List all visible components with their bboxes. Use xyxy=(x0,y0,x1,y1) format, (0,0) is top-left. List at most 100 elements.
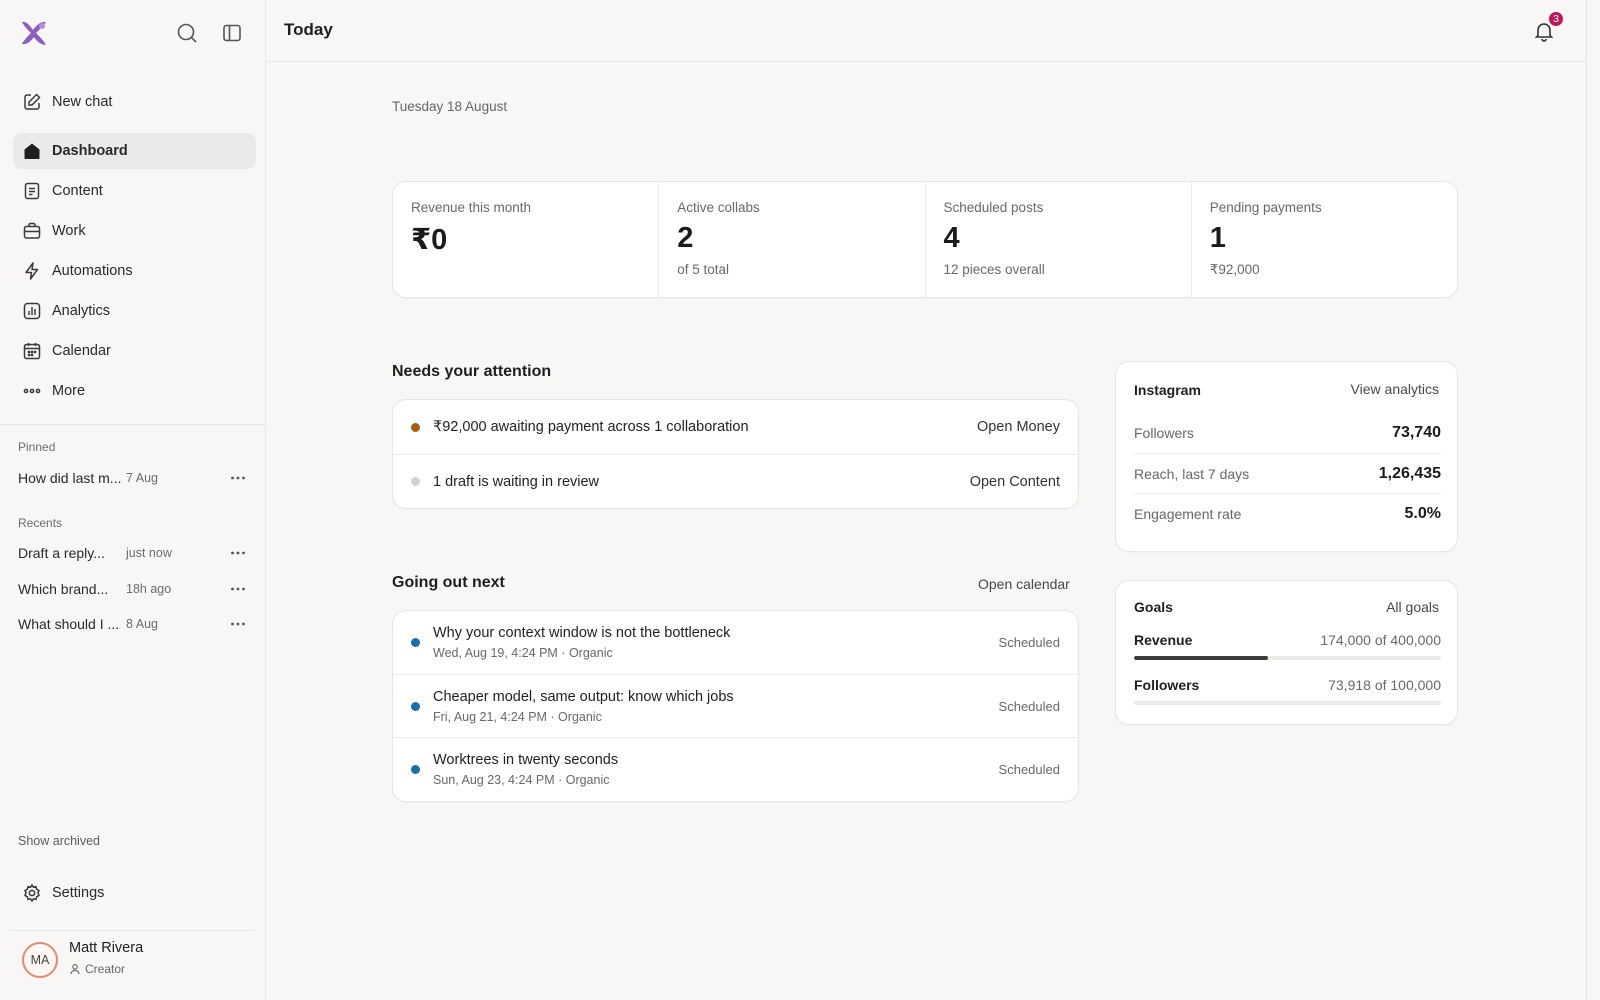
post-title: Worktrees in twenty seconds xyxy=(433,751,619,768)
recents-heading: Recents xyxy=(18,516,63,530)
status-dot xyxy=(411,764,420,774)
post-status: Scheduled xyxy=(998,635,1060,650)
chat-title: How did last m... xyxy=(18,470,122,486)
stat-value: 2 xyxy=(677,222,694,254)
settings-button[interactable]: Settings xyxy=(13,875,256,911)
sidebar-item-automations[interactable]: Automations xyxy=(13,253,256,289)
sidebar-item-analytics[interactable]: Analytics xyxy=(13,293,256,329)
more-icon xyxy=(22,381,42,401)
attention-list: ₹92,000 awaiting payment across 1 collab… xyxy=(392,399,1079,509)
sidebar-item-label: Content xyxy=(52,183,103,199)
goals-title: Goals xyxy=(1134,599,1173,615)
post-title: Why your context window is not the bottl… xyxy=(433,625,731,641)
open-calendar-link[interactable]: Open calendar xyxy=(978,576,1070,592)
goal-name: Revenue xyxy=(1134,632,1193,648)
metric-value: 73,740 xyxy=(1392,424,1441,441)
pinned-chat-item[interactable]: How did last m... 7 Aug xyxy=(18,466,248,490)
stat-active-collabs[interactable]: Active collabs 2 of 5 total xyxy=(659,182,926,297)
page-title: Today xyxy=(284,20,333,39)
recent-chat-item[interactable]: What should I ... 8 Aug xyxy=(18,612,248,636)
scheduled-post-item[interactable]: Worktrees in twenty seconds Sun, Aug 23,… xyxy=(393,737,1078,800)
sidebar-divider xyxy=(10,930,255,931)
current-date: Tuesday 18 August xyxy=(392,99,508,114)
open-content-link[interactable]: Open Content xyxy=(970,474,1060,490)
goal-value: 174,000 of 400,000 xyxy=(1320,632,1441,648)
attention-item[interactable]: 1 draft is waiting in review Open Conten… xyxy=(393,454,1078,508)
status-dot xyxy=(411,638,420,647)
stat-sub: 12 pieces overall xyxy=(943,262,1045,277)
stat-scheduled-posts[interactable]: Scheduled posts 4 12 pieces overall xyxy=(926,182,1192,297)
post-body: Cheaper model, same output: know which j… xyxy=(433,689,999,724)
metric-label: Reach, last 7 days xyxy=(1134,465,1250,482)
app-logo-icon[interactable] xyxy=(18,17,50,49)
sidebar-item-dashboard[interactable]: Dashboard xyxy=(13,133,256,169)
chat-time: 8 Aug xyxy=(126,617,158,631)
post-title: Cheaper model, same output: know which j… xyxy=(433,688,734,705)
attention-item[interactable]: ₹92,000 awaiting payment across 1 collab… xyxy=(393,400,1078,454)
stat-label: Revenue this month xyxy=(411,200,532,215)
scrollbar-track xyxy=(1586,0,1587,1000)
sidebar-item-label: More xyxy=(52,383,86,399)
search-icon[interactable] xyxy=(176,22,198,44)
goal-followers[interactable]: Followers 73,918 of 100,000 xyxy=(1134,677,1441,705)
scheduled-post-item[interactable]: Cheaper model, same output: know which j… xyxy=(393,674,1078,737)
status-dot xyxy=(411,701,420,711)
stat-sub: ₹92,000 xyxy=(1209,262,1260,277)
chat-time: just now xyxy=(126,546,172,560)
metric-value: 1,26,435 xyxy=(1378,464,1441,482)
view-analytics-link[interactable]: View analytics xyxy=(1351,381,1439,397)
all-goals-link[interactable]: All goals xyxy=(1386,599,1439,615)
chart-icon xyxy=(22,301,42,321)
metric-reach: Reach, last 7 days 1,26,435 xyxy=(1134,453,1441,493)
stat-label: Active collabs xyxy=(677,200,760,215)
goals-card: Goals All goals Revenue 174,000 of 400,0… xyxy=(1115,580,1458,725)
calendar-icon xyxy=(22,341,42,361)
sidebar-item-more[interactable]: More xyxy=(13,373,256,409)
scheduled-post-item[interactable]: Why your context window is not the bottl… xyxy=(393,611,1078,674)
user-name: Matt Rivera xyxy=(69,940,144,956)
stat-pending-payments[interactable]: Pending payments 1 ₹92,000 xyxy=(1192,182,1457,297)
attention-text: 1 draft is waiting in review xyxy=(433,473,600,490)
recent-chat-item[interactable]: Draft a reply... just now xyxy=(18,541,248,565)
stat-value: 1 xyxy=(1209,222,1226,254)
post-body: Why your context window is not the bottl… xyxy=(433,625,999,660)
user-profile[interactable]: MA Matt Rivera Creator xyxy=(22,940,252,982)
chat-title: What should I ... xyxy=(18,616,120,632)
gear-icon xyxy=(22,883,42,903)
open-money-link[interactable]: Open Money xyxy=(977,419,1060,435)
post-meta: Sun, Aug 23, 4:24 PM · Organic xyxy=(433,772,610,787)
chat-title: Which brand... xyxy=(18,581,109,597)
post-meta: Wed, Aug 19, 4:24 PM · Organic xyxy=(433,646,613,660)
chat-options-icon[interactable] xyxy=(228,579,248,599)
show-archived-link[interactable]: Show archived xyxy=(18,834,100,848)
recent-chat-item[interactable]: Which brand... 18h ago xyxy=(18,577,248,601)
document-icon xyxy=(22,181,42,201)
chat-options-icon[interactable] xyxy=(228,543,248,563)
sidebar-item-calendar[interactable]: Calendar xyxy=(13,333,256,369)
sidebar-item-work[interactable]: Work xyxy=(13,213,256,249)
post-body: Worktrees in twenty seconds Sun, Aug 23,… xyxy=(433,752,999,787)
sidebar-item-label: Calendar xyxy=(52,343,111,359)
attention-text: ₹92,000 awaiting payment across 1 collab… xyxy=(433,419,749,435)
goal-progress-bar xyxy=(1134,701,1441,705)
stat-revenue[interactable]: Revenue this month ₹0 xyxy=(393,182,660,297)
post-meta: Fri, Aug 21, 4:24 PM · Organic xyxy=(433,709,602,724)
new-chat-button[interactable]: New chat xyxy=(13,84,256,120)
avatar: MA xyxy=(22,942,58,978)
metric-followers: Followers 73,740 xyxy=(1134,413,1441,453)
goal-name: Followers xyxy=(1134,677,1200,693)
status-dot xyxy=(411,477,420,486)
chat-options-icon[interactable] xyxy=(228,614,248,634)
goal-revenue[interactable]: Revenue 174,000 of 400,000 xyxy=(1134,632,1441,660)
goal-value: 73,918 of 100,000 xyxy=(1328,677,1441,693)
chat-options-icon[interactable] xyxy=(228,468,248,488)
sidebar-item-content[interactable]: Content xyxy=(13,173,256,209)
metric-label: Engagement rate xyxy=(1134,505,1242,522)
metric-engagement: Engagement rate 5.0% xyxy=(1134,493,1441,533)
attention-heading: Needs your attention xyxy=(392,363,552,380)
home-icon xyxy=(22,141,42,161)
chat-time: 7 Aug xyxy=(126,471,158,485)
toggle-sidebar-icon[interactable] xyxy=(221,22,243,44)
sidebar-item-label: Analytics xyxy=(52,303,111,319)
chat-title: Draft a reply... xyxy=(18,545,105,561)
